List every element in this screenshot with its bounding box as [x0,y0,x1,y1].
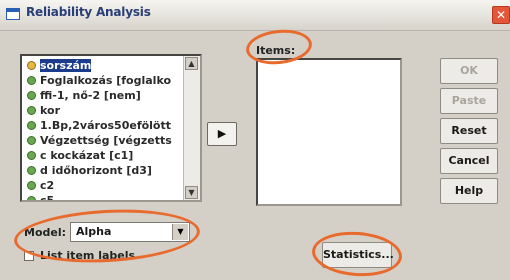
variable-list-item[interactable]: c5 [22,193,186,202]
items-label: Items: [256,44,296,57]
move-to-items-button[interactable]: ▶ [207,122,237,146]
help-button[interactable]: Help [440,178,498,204]
variable-list-items: sorszám Foglalkozás [foglalko ffi-1, nő-2 … [22,58,186,202]
model-dropdown[interactable]: Alpha ▼ [70,222,190,242]
title-bar[interactable]: Reliability Analysis ✕ [0,0,510,31]
variable-list-item[interactable]: c kockázat [c1] [22,148,186,163]
nominal-variable-icon [27,151,36,160]
nominal-variable-icon [27,91,36,100]
variable-list-item[interactable]: ffi-1, nő-2 [nem] [22,88,186,103]
chevron-down-icon[interactable]: ▼ [172,224,188,240]
nominal-variable-icon [27,76,36,85]
variable-list-item-label: c2 [40,179,55,192]
variable-list-item-label: c5 [40,194,55,202]
list-item-labels-checkbox[interactable] [24,251,34,261]
nominal-variable-icon [27,106,36,115]
scroll-down-arrow-icon[interactable]: ▼ [185,186,198,199]
variable-list-item-label: Foglalkozás [foglalko [40,74,172,87]
statistics-button[interactable]: Statistics... [322,242,394,268]
variable-list-item-label: d időhorizont [d3] [40,164,152,177]
variable-list-item[interactable]: kor [22,103,186,118]
window-title: Reliability Analysis [26,5,151,19]
variable-list[interactable]: sorszám Foglalkozás [foglalko ffi-1, nő-2 … [20,54,202,202]
variable-list-item-label: 1.Bp,2város50efölött [40,119,172,132]
variable-list-item[interactable]: c2 [22,178,186,193]
reset-button[interactable]: Reset [440,118,498,144]
nominal-variable-icon [27,166,36,175]
nominal-variable-icon [27,121,36,130]
ok-button[interactable]: OK [440,58,498,84]
window-icon [6,8,20,20]
variable-list-item[interactable]: sorszám [22,58,186,73]
cancel-button[interactable]: Cancel [440,148,498,174]
variable-list-scrollbar[interactable]: ▲ ▼ [183,56,200,200]
variable-list-item-label: Végzettség [végzetts [40,134,172,147]
variable-list-item[interactable]: 1.Bp,2város50efölött [22,118,186,133]
variable-list-item-label: kor [40,104,61,117]
nominal-variable-icon [27,196,36,200]
paste-button[interactable]: Paste [440,88,498,114]
variable-list-item[interactable]: Végzettség [végzetts [22,133,186,148]
variable-list-item-label: sorszám [40,59,92,72]
nominal-variable-icon [27,181,36,190]
variable-list-item-label: c kockázat [c1] [40,149,134,162]
variable-list-item[interactable]: Foglalkozás [foglalko [22,73,186,88]
items-list[interactable] [256,58,402,206]
reliability-analysis-dialog: Reliability Analysis ✕ sorszám Foglalkozá… [0,0,510,280]
model-value: Alpha [76,225,112,238]
close-button[interactable]: ✕ [492,6,510,24]
list-item-labels-label[interactable]: List item labels [40,249,135,262]
scale-variable-icon [27,61,36,70]
nominal-variable-icon [27,136,36,145]
model-label: Model: [24,226,67,239]
variable-list-item-label: ffi-1, nő-2 [nem] [40,89,141,102]
scroll-up-arrow-icon[interactable]: ▲ [185,57,198,70]
variable-list-item[interactable]: d időhorizont [d3] [22,163,186,178]
